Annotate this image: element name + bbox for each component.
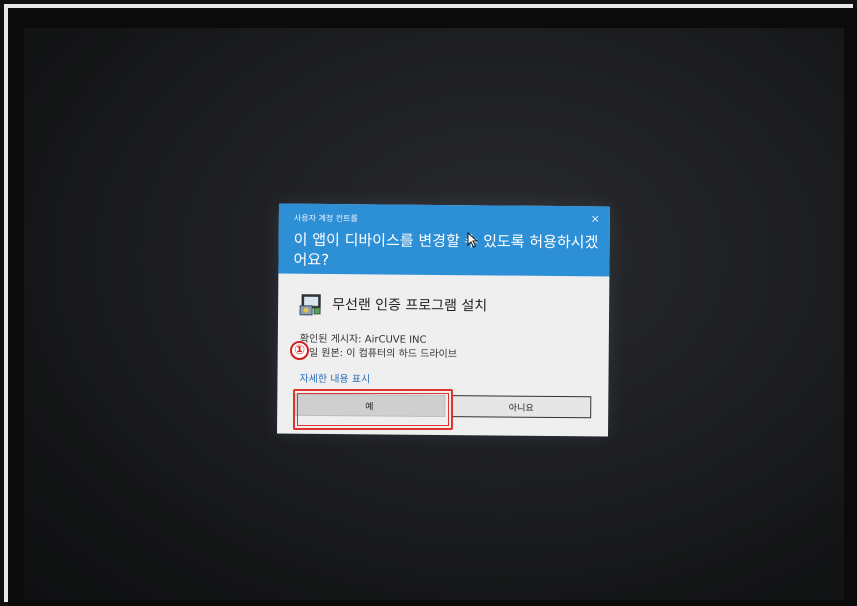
show-details-link[interactable]: 자세한 내용 표시 — [299, 370, 370, 386]
no-button[interactable]: 아니요 — [451, 395, 592, 419]
step-marker: ① — [290, 341, 309, 360]
installer-icon — [298, 292, 324, 316]
file-origin-text: 파일 원본: 이 컴퓨터의 하드 드라이브 — [299, 347, 458, 361]
close-icon[interactable]: × — [591, 212, 600, 225]
dialog-question: 이 앱이 디바이스를 변경할 수 있도록 허용하시겠어요? — [293, 230, 599, 269]
dialog-caption: 사용자 계정 컨트롤 — [293, 213, 358, 224]
mouse-cursor-icon — [467, 232, 479, 248]
dialog-header: 사용자 계정 컨트롤 × 이 앱이 디바이스를 변경할 수 있도록 허용하시겠어… — [278, 203, 610, 277]
app-row: 무선랜 인증 프로그램 설치 — [298, 290, 487, 320]
highlight-box — [293, 389, 453, 430]
app-name: 무선랜 인증 프로그램 설치 — [332, 297, 488, 315]
